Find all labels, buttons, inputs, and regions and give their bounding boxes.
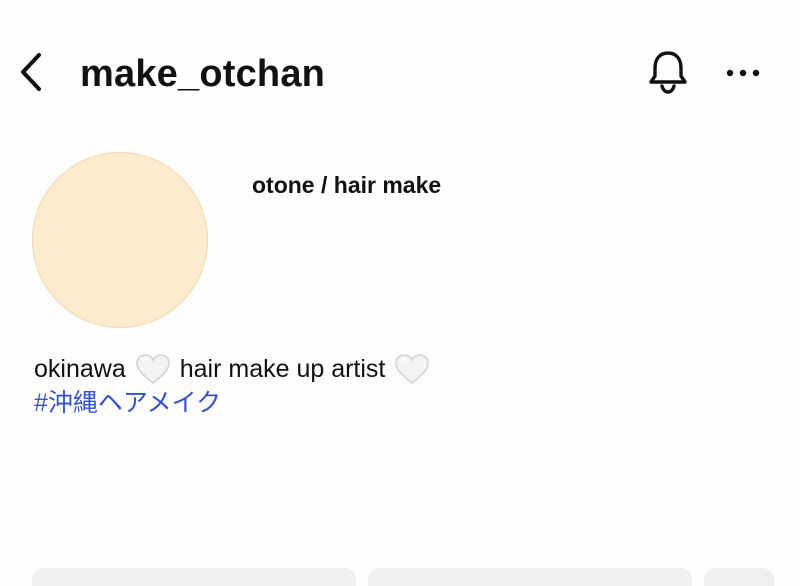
- top-bar: make_otchan: [0, 38, 800, 110]
- chevron-left-icon: [18, 52, 44, 97]
- profile-bio: okinawa hair make up artist #沖縄ヘアメイク: [34, 352, 439, 420]
- follow-button[interactable]: [32, 568, 356, 586]
- notifications-button[interactable]: [642, 50, 694, 98]
- profile-display-name: otone / hair make: [252, 172, 442, 198]
- suggested-accounts-button[interactable]: [704, 568, 774, 586]
- back-button[interactable]: [14, 52, 48, 96]
- avatar[interactable]: [32, 152, 208, 328]
- bio-line: okinawa hair make up artist: [34, 352, 439, 386]
- bell-icon: [646, 49, 690, 100]
- more-horizontal-icon: [725, 65, 761, 83]
- bio-text-occupation: hair make up artist: [179, 355, 386, 383]
- white-heart-icon: [393, 352, 431, 386]
- profile-screen: make_otchan otone / hair make okinawa ha…: [0, 0, 800, 586]
- message-button[interactable]: [368, 568, 692, 586]
- profile-username: make_otchan: [80, 53, 326, 95]
- white-heart-icon: [134, 352, 172, 386]
- more-options-button[interactable]: [720, 52, 766, 96]
- bio-text-location: okinawa: [34, 355, 126, 383]
- bio-hashtag-link[interactable]: #沖縄ヘアメイク: [34, 386, 439, 420]
